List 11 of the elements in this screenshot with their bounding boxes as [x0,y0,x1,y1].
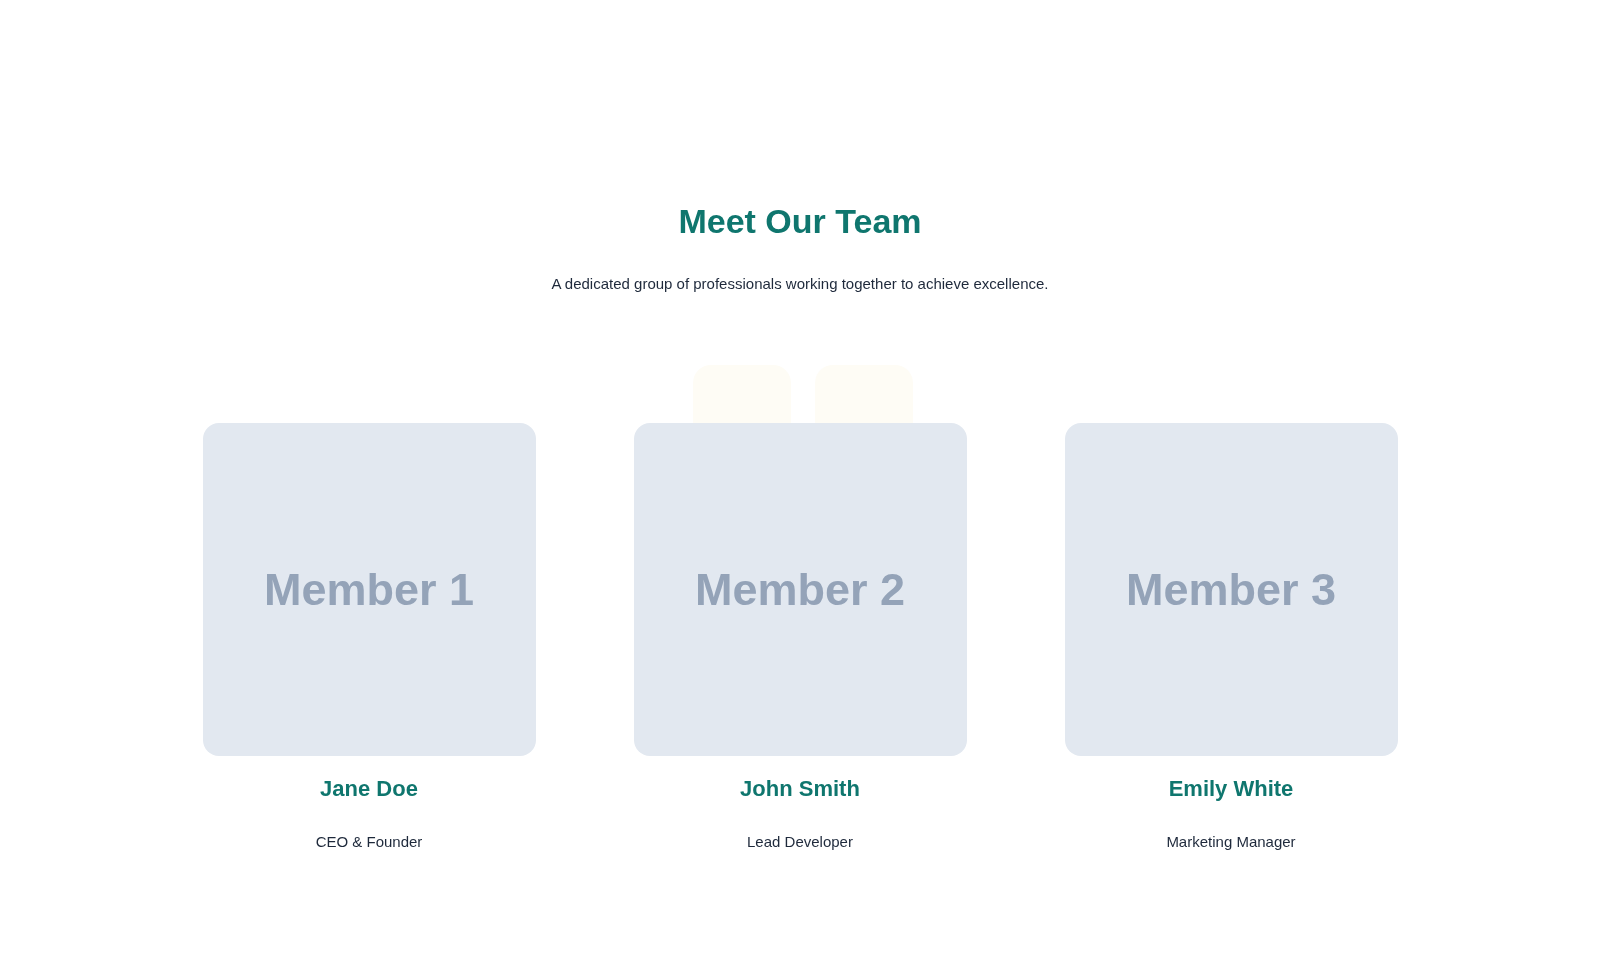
member-role: CEO & Founder [315,832,423,852]
member-name: Emily White [1168,775,1294,803]
section-title: Meet Our Team [678,201,922,242]
member-name: Jane Doe [320,775,418,803]
member-name: John Smith [740,775,860,803]
section-subtitle: A dedicated group of professionals working together to achieve excellence. [551,273,1049,294]
member-role: Marketing Manager [1166,832,1296,852]
member-role: Lead Developer [747,832,853,852]
placeholder-label: Member 3 [1125,562,1337,617]
placeholder-label: Member 1 [263,562,475,617]
placeholder-label: Member 2 [694,562,906,617]
